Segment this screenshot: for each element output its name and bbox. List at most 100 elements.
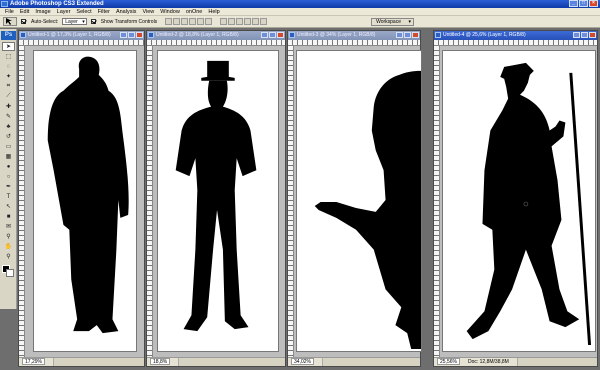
zoom-field[interactable]: 34,02% xyxy=(291,358,314,365)
canvas-area[interactable] xyxy=(440,46,597,357)
auto-select-checkbox[interactable] xyxy=(21,18,27,25)
document-window-3[interactable]: Untitled-3 @ 34% (Layer 1, RGB/8) 34,02% xyxy=(287,30,422,367)
brush-icon[interactable]: ✎ xyxy=(2,112,15,121)
type-icon[interactable]: T xyxy=(2,192,15,201)
canvas-area[interactable] xyxy=(153,46,285,357)
maximize-icon[interactable] xyxy=(404,32,411,38)
align-bottom-icon[interactable] xyxy=(181,18,189,25)
align-center-icon[interactable] xyxy=(197,18,205,25)
workspace-button[interactable]: Workspace xyxy=(371,18,414,26)
document-canvas[interactable] xyxy=(157,50,279,352)
document-window-controls xyxy=(396,32,419,38)
distribute-middle-icon[interactable] xyxy=(228,18,236,25)
close-icon[interactable]: × xyxy=(589,0,598,7)
document-window-2[interactable]: Untitled-2 @ 18,8% (Layer 1, RGB/8) 18,8… xyxy=(146,30,286,367)
history-brush-icon[interactable]: ↺ xyxy=(2,132,15,141)
window-controls: _ □ × xyxy=(569,0,598,7)
show-transform-label: Show Transform Controls xyxy=(100,18,158,25)
close-icon[interactable] xyxy=(136,32,143,38)
document-canvas[interactable] xyxy=(33,50,137,352)
horizontal-scrollbar[interactable] xyxy=(52,358,144,366)
tool-preset-picker[interactable] xyxy=(3,17,17,26)
minimize-icon[interactable] xyxy=(573,32,580,38)
crouching-woman-silhouette xyxy=(314,70,421,350)
magic-wand-icon[interactable]: ✦ xyxy=(2,72,15,81)
document-icon xyxy=(148,32,154,38)
notes-icon[interactable]: ✉ xyxy=(2,222,15,231)
menu-file[interactable]: File xyxy=(2,8,17,15)
document-info: Doc: 12,8M/38,8M xyxy=(467,359,509,365)
distribute-bottom-icon[interactable] xyxy=(236,18,244,25)
dodge-icon[interactable]: ○ xyxy=(2,172,15,181)
align-right-icon[interactable] xyxy=(205,18,213,25)
menu-filter[interactable]: Filter xyxy=(95,8,113,15)
zoom-field[interactable]: 25,56% xyxy=(437,358,460,365)
hand-icon[interactable]: ✋ xyxy=(2,242,15,251)
document-window-4[interactable]: Untitled-4 @ 25,6% (Layer 1, RGB/8) 25,5… xyxy=(433,30,598,367)
canvas-area[interactable] xyxy=(294,46,422,357)
clone-stamp-icon[interactable]: ♣ xyxy=(2,122,15,131)
document-canvas[interactable] xyxy=(442,50,596,352)
close-icon[interactable] xyxy=(412,32,419,38)
distribute-top-icon[interactable] xyxy=(220,18,228,25)
zoom-icon[interactable]: ⚲ xyxy=(2,252,15,261)
show-transform-checkbox[interactable] xyxy=(90,18,97,25)
close-icon[interactable] xyxy=(589,32,596,38)
maximize-icon[interactable] xyxy=(269,32,276,38)
distribute-left-icon[interactable] xyxy=(244,18,252,25)
menu-onone[interactable]: onOne xyxy=(183,8,206,15)
document-window-controls xyxy=(120,32,143,38)
zoom-field[interactable]: 17,29% xyxy=(22,358,45,365)
zoom-field[interactable]: 18,8% xyxy=(150,358,171,365)
marquee-icon[interactable]: ⬚ xyxy=(2,52,15,61)
distribute-right-icon[interactable] xyxy=(260,18,268,25)
document-title-bar[interactable]: Untitled-2 @ 18,8% (Layer 1, RGB/8) xyxy=(147,31,285,40)
minimize-icon[interactable] xyxy=(396,32,403,38)
document-window-1[interactable]: Untitled-1 @ 17,3% (Layer 1, RGB/8) 17,2… xyxy=(18,30,145,367)
menu-view[interactable]: View xyxy=(139,8,157,15)
close-icon[interactable] xyxy=(277,32,284,38)
pen-icon[interactable]: ✒ xyxy=(2,182,15,191)
minimize-icon[interactable]: _ xyxy=(569,0,578,7)
maximize-icon[interactable] xyxy=(128,32,135,38)
canvas-area[interactable] xyxy=(25,46,144,357)
crop-icon[interactable]: ⌗ xyxy=(2,82,15,91)
distribute-center-icon[interactable] xyxy=(252,18,260,25)
document-title-bar[interactable]: Untitled-3 @ 34% (Layer 1, RGB/8) xyxy=(288,31,420,40)
gradient-icon[interactable]: ▦ xyxy=(2,152,15,161)
background-color-swatch[interactable] xyxy=(6,269,14,277)
menu-edit[interactable]: Edit xyxy=(17,8,32,15)
move-icon[interactable]: ➤ xyxy=(2,42,15,51)
horizontal-scrollbar[interactable] xyxy=(321,358,420,366)
menu-help[interactable]: Help xyxy=(205,8,222,15)
menu-image[interactable]: Image xyxy=(32,8,53,15)
menu-layer[interactable]: Layer xyxy=(54,8,74,15)
minimize-icon[interactable] xyxy=(120,32,127,38)
align-top-icon[interactable] xyxy=(165,18,173,25)
menu-window[interactable]: Window xyxy=(157,8,183,15)
document-status-bar: 25,56% Doc: 12,8M/38,8M xyxy=(434,357,597,366)
document-title-bar[interactable]: Untitled-4 @ 25,6% (Layer 1, RGB/8) xyxy=(434,31,597,40)
app-title-bar: Adobe Photoshop CS3 Extended _ □ × xyxy=(0,0,600,8)
app-title: Adobe Photoshop CS3 Extended xyxy=(10,1,104,7)
align-left-icon[interactable] xyxy=(189,18,197,25)
maximize-icon[interactable]: □ xyxy=(579,0,588,7)
menu-analysis[interactable]: Analysis xyxy=(113,8,139,15)
slice-icon[interactable]: ⟋ xyxy=(2,92,15,101)
align-middle-icon[interactable] xyxy=(173,18,181,25)
eyedropper-icon[interactable]: ⚲ xyxy=(2,232,15,241)
path-select-icon[interactable]: ↖ xyxy=(2,202,15,211)
menu-select[interactable]: Select xyxy=(73,8,94,15)
horizontal-scrollbar[interactable] xyxy=(178,358,285,366)
auto-select-dropdown[interactable]: Layer xyxy=(62,18,87,25)
maximize-icon[interactable] xyxy=(581,32,588,38)
minimize-icon[interactable] xyxy=(261,32,268,38)
healing-icon[interactable]: ✚ xyxy=(2,102,15,111)
shape-icon[interactable]: ■ xyxy=(2,212,15,221)
horizontal-scrollbar[interactable] xyxy=(516,358,597,366)
document-canvas[interactable] xyxy=(296,50,422,352)
blur-icon[interactable]: ● xyxy=(2,162,15,171)
lasso-icon[interactable]: ◌ xyxy=(2,62,15,71)
document-title-bar[interactable]: Untitled-1 @ 17,3% (Layer 1, RGB/8) xyxy=(19,31,144,40)
eraser-icon[interactable]: ▭ xyxy=(2,142,15,151)
